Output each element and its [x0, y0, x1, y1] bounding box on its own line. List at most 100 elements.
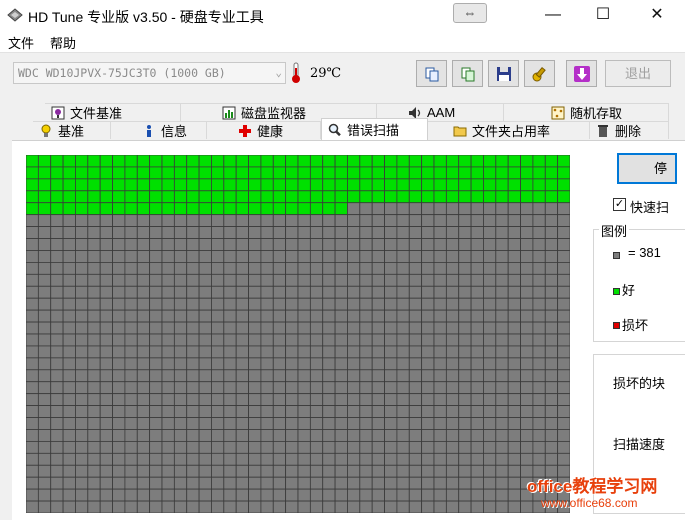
- unscanned-block: [532, 262, 546, 275]
- unscanned-block: [384, 500, 398, 513]
- unscanned-block: [161, 297, 175, 311]
- tab-info[interactable]: 信息: [111, 121, 207, 139]
- scanned-good-block: [161, 166, 175, 180]
- unscanned-block: [198, 369, 212, 383]
- unscanned-block: [396, 262, 410, 275]
- tab-benchmark-label: 基准: [58, 124, 85, 139]
- close-button[interactable]: ✕: [634, 0, 680, 30]
- scanned-good-block: [309, 190, 324, 204]
- unscanned-block: [458, 464, 472, 478]
- scanned-good-block: [272, 190, 287, 204]
- scanned-good-block: [520, 190, 534, 204]
- unscanned-block: [309, 429, 324, 442]
- drive-select[interactable]: WDC WD10JPVX-75JC3T0 (1000 GB) ⌄: [13, 62, 286, 84]
- unscanned-block: [309, 262, 324, 275]
- unscanned-block: [62, 285, 76, 299]
- unscanned-block: [371, 488, 385, 502]
- unscanned-block: [26, 476, 39, 490]
- unscanned-block: [520, 262, 534, 275]
- unscanned-block: [544, 405, 559, 418]
- unscanned-block: [445, 202, 460, 216]
- maximize-button[interactable]: ☐: [580, 0, 626, 30]
- tab-error-scan[interactable]: 错误扫描: [321, 118, 428, 140]
- tab-delete-label: 删除: [615, 124, 642, 139]
- unscanned-block: [223, 488, 237, 502]
- unscanned-block: [112, 500, 126, 513]
- unscanned-block: [62, 357, 76, 371]
- tab-random-access[interactable]: 随机存取: [504, 103, 669, 121]
- unscanned-block: [223, 297, 237, 311]
- unscanned-block: [235, 297, 249, 311]
- stop-button[interactable]: 停: [617, 153, 677, 184]
- unscanned-block: [87, 238, 101, 251]
- restore-size-button[interactable]: ⇔: [453, 3, 487, 23]
- unscanned-block: [359, 250, 373, 263]
- unscanned-block: [520, 273, 534, 287]
- unscanned-block: [248, 262, 262, 275]
- legend-good-swatch: [613, 288, 620, 295]
- tab-benchmark[interactable]: 基准: [33, 121, 111, 139]
- menu-help[interactable]: 帮助: [50, 33, 76, 52]
- unscanned-block: [483, 357, 497, 371]
- unscanned-block: [520, 250, 534, 263]
- copy-text-button[interactable]: [416, 60, 447, 87]
- tab-file-benchmark[interactable]: 文件基准: [45, 103, 181, 121]
- unscanned-block: [557, 285, 570, 299]
- unscanned-block: [87, 476, 101, 490]
- thermometer-icon: [292, 62, 300, 83]
- unscanned-block: [544, 226, 559, 239]
- unscanned-block: [532, 393, 546, 406]
- unscanned-block: [334, 476, 348, 490]
- unscanned-block: [99, 226, 113, 239]
- unscanned-block: [223, 369, 237, 383]
- unscanned-block: [371, 262, 385, 275]
- menu-file[interactable]: 文件: [8, 33, 34, 52]
- unscanned-block: [297, 500, 311, 513]
- scanned-good-block: [396, 178, 410, 192]
- save-button[interactable]: [488, 60, 519, 87]
- unscanned-block: [309, 452, 324, 466]
- unscanned-block: [62, 369, 76, 383]
- unscanned-block: [458, 345, 472, 359]
- unscanned-block: [421, 452, 435, 466]
- unscanned-block: [173, 333, 188, 347]
- tab-delete[interactable]: 删除: [590, 121, 669, 139]
- unscanned-block: [112, 393, 126, 406]
- unscanned-block: [136, 238, 151, 251]
- unscanned-block: [334, 500, 348, 513]
- unscanned-block: [260, 309, 274, 323]
- tab-health[interactable]: 健康: [207, 121, 321, 139]
- unscanned-block: [50, 250, 64, 263]
- unscanned-block: [371, 321, 385, 335]
- unscanned-block: [136, 333, 151, 347]
- unscanned-block: [62, 440, 76, 454]
- unscanned-block: [285, 452, 299, 466]
- unscanned-block: [532, 357, 546, 371]
- scanned-good-block: [272, 166, 287, 180]
- scanned-good-block: [235, 202, 249, 216]
- scanned-good-block: [433, 178, 447, 192]
- unscanned-block: [149, 309, 163, 323]
- copy-image-button[interactable]: [452, 60, 483, 87]
- unscanned-block: [75, 273, 89, 287]
- download-button[interactable]: [566, 60, 597, 87]
- scanned-good-block: [62, 178, 76, 192]
- unscanned-block: [37, 429, 52, 442]
- scanned-good-block: [309, 166, 324, 180]
- unscanned-block: [309, 250, 324, 263]
- damaged-blocks-label: 损坏的块: [613, 376, 666, 391]
- exit-button[interactable]: 退出: [605, 60, 671, 87]
- unscanned-block: [124, 464, 138, 478]
- scanned-good-block: [112, 190, 126, 204]
- tab-folder-usage[interactable]: 文件夹占用率: [428, 121, 590, 139]
- unscanned-block: [272, 250, 287, 263]
- unscanned-block: [433, 250, 447, 263]
- scanned-good-block: [520, 178, 534, 192]
- unscanned-block: [396, 238, 410, 251]
- minimize-button[interactable]: —: [530, 0, 576, 30]
- quick-scan-checkbox[interactable]: ✓: [613, 198, 626, 211]
- unscanned-block: [421, 214, 435, 227]
- scanned-good-block: [309, 202, 324, 216]
- options-button[interactable]: [524, 60, 555, 87]
- unscanned-block: [161, 381, 175, 395]
